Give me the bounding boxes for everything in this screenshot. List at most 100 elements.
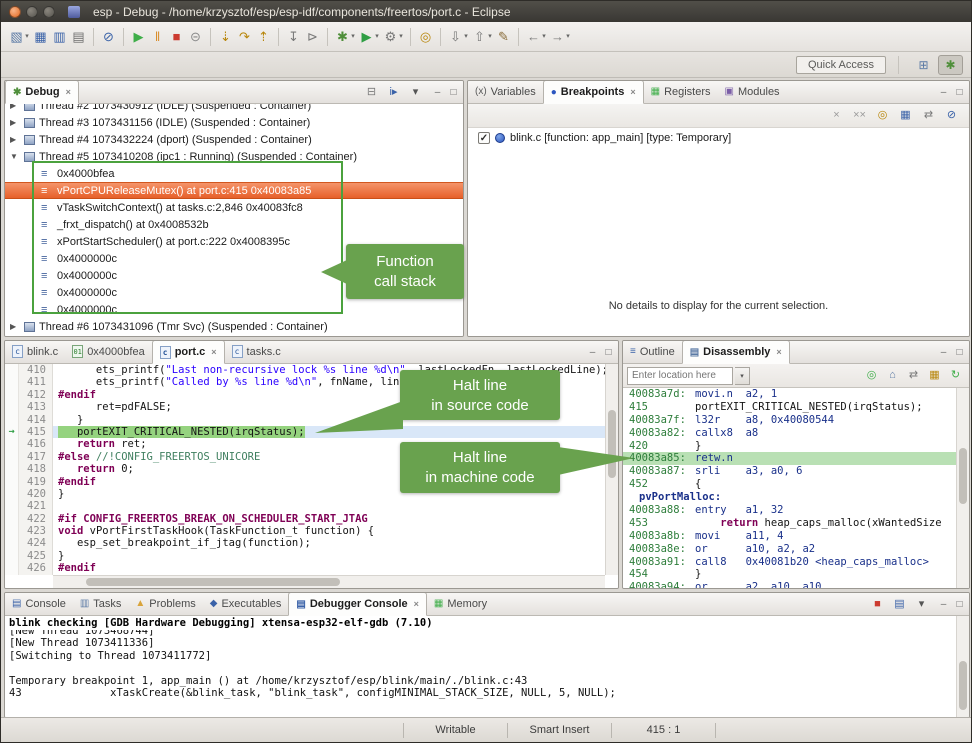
code-text[interactable]: } [53,414,83,426]
minimize-icon[interactable]: – [586,347,599,358]
debug-thread-row[interactable]: ▶Thread #6 1073431096 (Tmr Svc) (Suspend… [5,318,463,335]
terminate-icon[interactable]: ■ [868,594,887,614]
code-text[interactable]: #if CONFIG_FREERTOS_BREAK_ON_SCHEDULER_S… [53,513,368,525]
skip-all-breakpoints-icon[interactable]: ⊘ [99,27,118,47]
code-text[interactable]: #endif [53,389,96,401]
maximize-icon[interactable]: □ [447,87,460,98]
open-console-dropdown-icon[interactable]: ▾ [912,594,931,614]
tab-port-c[interactable]: cport.c× [152,340,225,364]
code-text[interactable]: void vPortFirstTaskHook(TaskFunction_t f… [53,525,374,537]
tab-close-icon[interactable]: × [414,599,419,609]
link-with-source-icon[interactable]: ⇄ [904,366,923,386]
go-to-file-for-breakpoint-icon[interactable]: ▦ [896,106,915,126]
breakpoint-checkbox[interactable]: ✓ [478,132,490,144]
refresh-icon[interactable]: ↻ [946,366,965,386]
tab-tasks-c[interactable]: ctasks.c [225,340,288,363]
tab-memory[interactable]: ▦Memory [427,592,494,615]
display-selected-console-icon[interactable]: ▤ [890,594,909,614]
print-icon[interactable]: ▤ [69,27,88,47]
code-text[interactable]: } [53,488,64,500]
open-perspective-icon[interactable]: ⊞ [911,55,936,75]
maximize-icon[interactable]: □ [953,87,966,98]
instruction-stepping-mode-icon[interactable]: i▸ [384,82,403,102]
code-text[interactable]: return ret; [53,438,147,450]
save-all-icon[interactable]: ▥ [50,27,69,47]
debug-frame-row[interactable]: ≡0x4000000c [5,301,463,318]
code-text[interactable] [53,500,58,512]
navigate-to-pc-icon[interactable]: ◎ [862,366,881,386]
window-maximize-button[interactable] [43,6,55,18]
window-minimize-button[interactable] [26,6,38,18]
dropdown-arrow-icon[interactable]: ▾ [349,27,357,47]
dropdown-arrow-icon[interactable]: ▾ [564,27,572,47]
code-text[interactable]: ets_printf("Called by %s line %d\n", fnN… [53,376,418,388]
tab-variables[interactable]: (x)Variables [468,80,543,103]
tab-executables[interactable]: ◆Executables [203,592,289,615]
maximize-icon[interactable]: □ [953,347,966,358]
location-dropdown-icon[interactable]: ▾ [735,367,750,385]
step-over-icon[interactable]: ↷ [235,27,254,47]
minimize-icon[interactable]: – [937,87,950,98]
save-icon[interactable]: ▦ [31,27,50,47]
tab-blink-c[interactable]: cblink.c [5,340,65,363]
terminate-icon[interactable]: ■ [167,27,186,47]
tab-disassembly[interactable]: ▤Disassembly× [682,340,790,364]
tab-debug[interactable]: ✱Debug× [5,80,79,104]
console-vertical-scrollbar[interactable] [956,616,969,717]
tab-registers[interactable]: ▦Registers [644,80,718,103]
code-text[interactable]: } [53,550,64,562]
collapse-all-icon[interactable]: ⊟ [362,82,381,102]
code-text[interactable]: portEXIT_CRITICAL_NESTED(irqStatus); [53,426,305,438]
dropdown-arrow-icon[interactable]: ▾ [373,27,381,47]
debug-frame-row[interactable]: ≡vPortCPUReleaseMutex() at port.c:415 0x… [5,182,463,199]
expand-arrow-icon[interactable]: ▼ [10,152,20,161]
last-edit-location-icon[interactable]: ✎ [494,27,513,47]
tab-problems[interactable]: ▲Problems [128,592,202,615]
code-text[interactable]: #endif [53,562,96,574]
code-text[interactable]: return 0; [53,463,134,475]
drop-to-frame-icon[interactable]: ↧ [284,27,303,47]
debug-thread-row[interactable]: ▶Thread #2 1073430912 (IDLE) (Suspended … [5,104,463,114]
expand-arrow-icon[interactable]: ▶ [10,104,20,110]
remove-breakpoint-icon[interactable]: × [827,106,846,126]
dropdown-arrow-icon[interactable]: ▾ [540,27,548,47]
tab-outline[interactable]: ≡Outline [623,340,682,363]
tab-close-icon[interactable]: × [630,87,635,97]
home-icon[interactable]: ⌂ [883,366,902,386]
disassembly-vertical-scrollbar[interactable] [956,388,969,588]
disconnect-icon[interactable]: ⊝ [186,27,205,47]
link-with-debug-view-icon[interactable]: ⇄ [919,106,938,126]
skip-all-breakpoints-icon[interactable]: ⊘ [942,106,961,126]
dropdown-arrow-icon[interactable]: ▾ [486,27,494,47]
window-close-button[interactable] [9,6,21,18]
editor-horizontal-scrollbar[interactable] [53,575,605,588]
scrollbar-thumb[interactable] [86,578,340,586]
tab-modules[interactable]: ▣Modules [718,80,787,103]
tab-console[interactable]: ▤Console [5,592,73,615]
debug-perspective-icon[interactable]: ✱ [938,55,963,75]
resume-icon[interactable]: ▶ [129,27,148,47]
code-text[interactable]: ret=pdFALSE; [53,401,172,413]
expand-arrow-icon[interactable]: ▶ [10,322,20,331]
maximize-icon[interactable]: □ [953,599,966,610]
tab-breakpoints[interactable]: ●Breakpoints× [543,80,644,104]
debug-thread-row[interactable]: ▶Thread #3 1073431156 (IDLE) (Suspended … [5,114,463,131]
step-into-icon[interactable]: ⇣ [216,27,235,47]
expand-arrow-icon[interactable]: ▶ [10,118,20,127]
tab-close-icon[interactable]: × [776,347,781,357]
tab-close-icon[interactable]: × [66,87,71,97]
tab-0x4000bfea[interactable]: 010x4000bfea [65,340,152,363]
location-input[interactable] [627,367,733,385]
debug-frame-row[interactable]: ≡0x4000bfea [5,165,463,182]
maximize-icon[interactable]: □ [602,347,615,358]
view-menu-icon[interactable]: ▾ [406,82,425,102]
dropdown-arrow-icon[interactable]: ▾ [397,27,405,47]
use-step-filters-icon[interactable]: ⊳ [303,27,322,47]
debug-frame-row[interactable]: ≡_frxt_dispatch() at 0x4008532b [5,216,463,233]
dropdown-arrow-icon[interactable]: ▾ [23,27,31,47]
debug-thread-row[interactable]: ▶Thread #4 1073432224 (dport) (Suspended… [5,131,463,148]
console-content[interactable]: blink checking [GDB Hardware Debugging] … [5,616,969,717]
remove-all-breakpoints-icon[interactable]: ×× [850,106,869,126]
dropdown-arrow-icon[interactable]: ▾ [462,27,470,47]
tab-debugger-console[interactable]: ▤Debugger Console× [288,592,427,616]
